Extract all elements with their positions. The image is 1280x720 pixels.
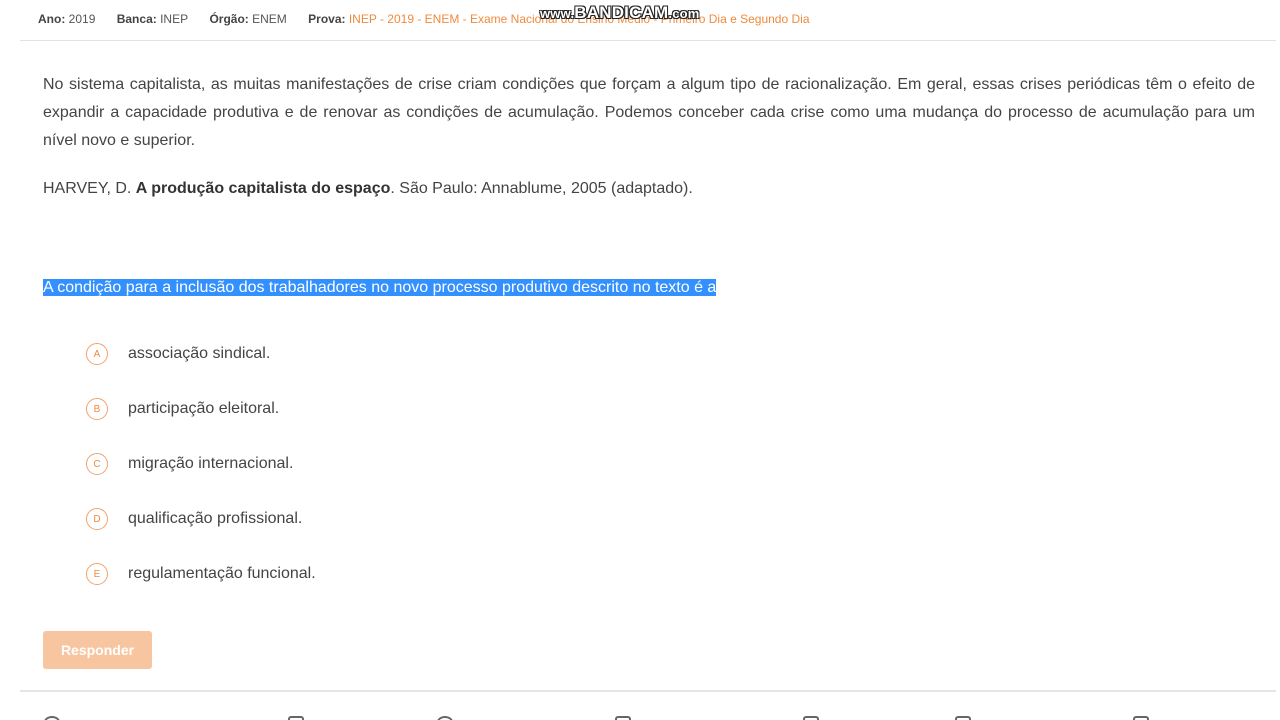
option-letter-b[interactable]: B: [86, 398, 108, 420]
answer-button[interactable]: Responder: [43, 631, 152, 669]
option-letter-e[interactable]: E: [86, 563, 108, 585]
option-text-e[interactable]: regulamentação funcional.: [128, 565, 316, 583]
question-page: Ano: 2019 Banca: INEP Órgão: ENEM Prova:…: [0, 0, 1280, 720]
watermark-brand: BANDICAM: [574, 3, 669, 22]
option-e[interactable]: E regulamentação funcional.: [86, 559, 316, 589]
orgao-value: ENEM: [252, 12, 287, 26]
option-b[interactable]: B participação eleitoral.: [86, 394, 316, 424]
stats-icon[interactable]: [437, 716, 453, 720]
orgao-label: Órgão:: [209, 12, 249, 26]
header-divider: [20, 40, 1276, 41]
question-prompt-text: A condição para a inclusão dos trabalhad…: [43, 279, 717, 296]
option-d[interactable]: D qualificação profissional.: [86, 504, 316, 534]
option-text-b[interactable]: participação eleitoral.: [128, 400, 279, 418]
passage-reference: HARVEY, D. A produção capitalista do esp…: [43, 176, 693, 202]
notes-icon[interactable]: [803, 716, 819, 720]
watermark-suffix: .com: [668, 6, 700, 21]
notebook-icon[interactable]: [615, 716, 631, 720]
banca-label: Banca:: [116, 12, 157, 26]
comments-icon[interactable]: [44, 716, 60, 720]
banca-value: INEP: [160, 12, 189, 26]
reference-author: HARVEY, D.: [43, 180, 132, 197]
option-text-a[interactable]: associação sindical.: [128, 345, 270, 363]
footer-divider: [20, 690, 1276, 692]
option-text-c[interactable]: migração internacional.: [128, 455, 293, 473]
question-passage: No sistema capitalista, as muitas manife…: [43, 76, 1255, 149]
video-icon[interactable]: [288, 716, 304, 720]
reference-title: A produção capitalista do espaço: [135, 180, 391, 197]
answer-options: A associação sindical. B participação el…: [86, 339, 316, 614]
bandicam-watermark: www.BANDICAM.com: [540, 3, 700, 23]
watermark-prefix: www.: [540, 6, 575, 21]
meta-year: Ano: 2019: [38, 12, 95, 26]
option-c[interactable]: C migração internacional.: [86, 449, 316, 479]
reference-details: . São Paulo: Annablume, 2005 (adaptado).: [390, 180, 693, 197]
year-value: 2019: [68, 12, 96, 26]
option-a[interactable]: A associação sindical.: [86, 339, 316, 369]
question-meta: Ano: 2019 Banca: INEP Órgão: ENEM Prova:…: [38, 12, 828, 26]
year-label: Ano:: [38, 12, 66, 26]
option-letter-c[interactable]: C: [86, 453, 108, 475]
prova-label: Prova:: [308, 12, 346, 26]
option-letter-d[interactable]: D: [86, 508, 108, 530]
flag-icon[interactable]: [1133, 716, 1149, 720]
question-prompt: A condição para a inclusão dos trabalhad…: [43, 276, 717, 300]
meta-orgao: Órgão: ENEM: [209, 12, 286, 26]
meta-banca: Banca: INEP: [117, 12, 188, 26]
option-letter-a[interactable]: A: [86, 343, 108, 365]
report-icon[interactable]: [955, 716, 971, 720]
question-toolbar: [0, 711, 1280, 720]
option-text-d[interactable]: qualificação profissional.: [128, 510, 302, 528]
